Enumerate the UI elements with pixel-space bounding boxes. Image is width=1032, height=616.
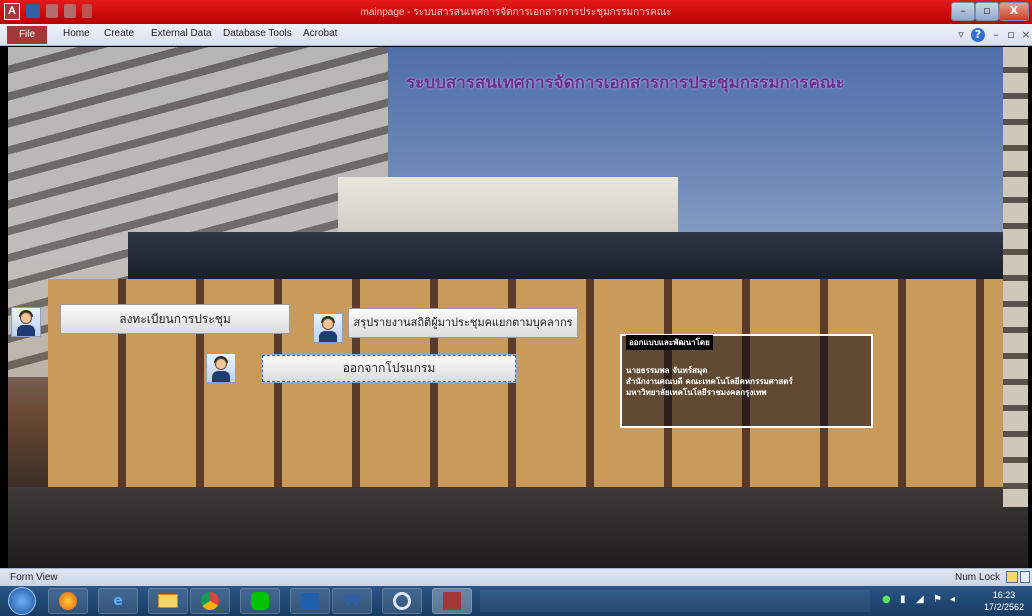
- access-icon[interactable]: [432, 588, 472, 614]
- background-ground: [8, 487, 1028, 568]
- chrome-icon[interactable]: [190, 588, 230, 614]
- tray-icon[interactable]: ▮: [900, 594, 906, 605]
- taskbar-preview-area: [480, 590, 870, 612]
- help-icon[interactable]: ?: [971, 28, 985, 42]
- user-icon-register: [11, 307, 41, 337]
- ribbon-minimize-icon[interactable]: –: [989, 28, 1003, 42]
- clock-date: 17/2/2562: [984, 602, 1025, 612]
- status-num-lock: Num Lock: [955, 572, 1001, 583]
- line-icon[interactable]: [240, 588, 280, 614]
- tab-home[interactable]: Home: [63, 28, 90, 39]
- ribbon-tabs: File Home Create External Data Database …: [0, 24, 1032, 46]
- signal-icon[interactable]: ◢: [916, 594, 924, 605]
- user-icon-exit: [206, 353, 236, 383]
- status-form-view: Form View: [10, 572, 58, 583]
- word-icon[interactable]: W: [332, 588, 372, 614]
- minimize-button[interactable]: –: [951, 2, 975, 21]
- ribbon-close-icon[interactable]: ×: [1019, 28, 1032, 42]
- ribbon-collapse-icon[interactable]: ▿: [954, 28, 968, 42]
- clock-time: 16:23: [992, 590, 1016, 600]
- firefox-icon[interactable]: [48, 588, 88, 614]
- window-title: mainpage - ระบบสารสนเทศการจัดการเอกสารกา…: [360, 7, 672, 18]
- app-icon[interactable]: [382, 588, 422, 614]
- tab-create[interactable]: Create: [104, 28, 134, 39]
- ribbon-restore-icon[interactable]: ▫: [1004, 28, 1018, 42]
- windows-taskbar: e W ● ▮ ◢ ⚑ ◂ 16:23 17/2/2562: [0, 586, 1032, 616]
- form-title: ระบบสารสนเทศการจัดการเอกสารการประชุมกรรม…: [406, 73, 845, 93]
- outlook-icon[interactable]: [290, 588, 330, 614]
- credit-label: ออกแบบและพัฒนาโดย: [626, 335, 713, 350]
- background-right-building: [1003, 47, 1028, 507]
- credit-line-3: มหาวิทยาลัยเทคโนโลยีราชมงคลกรุงเทพ: [626, 388, 767, 397]
- status-bar: Form View Num Lock: [0, 568, 1032, 586]
- explorer-icon[interactable]: [148, 588, 188, 614]
- developer-credit-box: ออกแบบและพัฒนาโดย นายธรรมพล จันทร์สมุด ส…: [620, 334, 873, 428]
- restore-button[interactable]: ▫: [975, 2, 999, 21]
- flag-icon[interactable]: ⚑: [933, 594, 942, 605]
- form-view-icon[interactable]: [1006, 571, 1018, 583]
- background-roof: [128, 232, 1028, 280]
- ie-icon[interactable]: e: [98, 588, 138, 614]
- title-bar: A mainpage - ระบบสารสนเทศการจัดการเอกสาร…: [0, 0, 1032, 24]
- main-form: ระบบสารสนเทศการจัดการเอกสารการประชุมกรรม…: [8, 47, 1028, 568]
- start-orb-icon[interactable]: [8, 587, 36, 615]
- network-icon[interactable]: ●: [882, 594, 891, 605]
- tab-acrobat[interactable]: Acrobat: [303, 28, 337, 39]
- tab-file[interactable]: File: [7, 26, 47, 44]
- design-view-icon[interactable]: [1020, 571, 1030, 583]
- tab-external-data[interactable]: External Data: [151, 28, 212, 39]
- register-meeting-button[interactable]: ลงทะเบียนการประชุม: [60, 304, 290, 334]
- attendance-summary-button[interactable]: สรุปรายงานสถิติผู้มาประชุมคแยกตามบุคลากร: [348, 308, 578, 338]
- user-icon-summary: [313, 313, 343, 343]
- volume-icon[interactable]: ◂: [950, 594, 955, 605]
- system-clock[interactable]: 16:23 17/2/2562: [984, 589, 1024, 613]
- exit-program-button[interactable]: ออกจากโปรแกรม: [261, 354, 517, 383]
- tab-database-tools[interactable]: Database Tools: [223, 28, 292, 39]
- close-button[interactable]: X: [999, 2, 1029, 21]
